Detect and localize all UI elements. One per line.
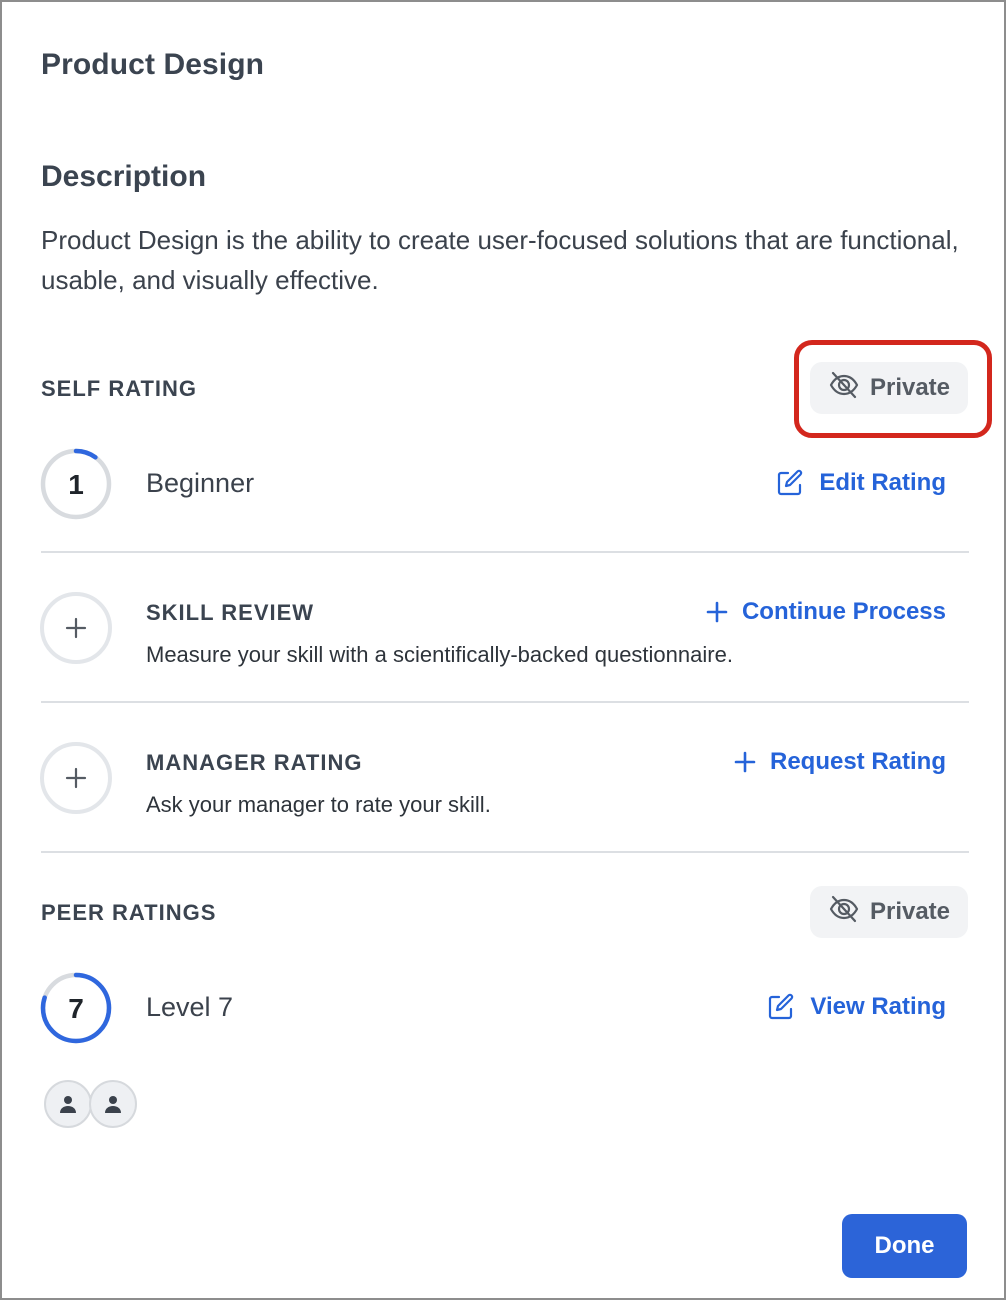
continue-process-label: Continue Process xyxy=(741,598,946,625)
plus-icon xyxy=(65,617,87,639)
request-rating-link[interactable]: Request Rating xyxy=(734,748,946,776)
peer-ratings-privacy-label: Private xyxy=(869,898,951,925)
peer-ratings-level-number: 7 xyxy=(68,993,84,1024)
self-rating-level-number: 1 xyxy=(68,469,84,500)
manager-rating-title: MANAGER RATING xyxy=(146,750,363,775)
view-rating-label: View Rating xyxy=(810,993,946,1020)
peer-avatar[interactable] xyxy=(44,1080,92,1128)
dialog-title: Product Design xyxy=(41,48,265,81)
user-icon xyxy=(105,1096,121,1113)
continue-process-link[interactable]: Continue Process xyxy=(706,598,946,626)
self-rating-level-indicator: 1 xyxy=(40,448,112,520)
peer-avatar[interactable] xyxy=(89,1080,137,1128)
pencil-square-icon xyxy=(766,992,796,1022)
view-rating-link[interactable]: View Rating xyxy=(766,992,946,1022)
divider xyxy=(41,551,969,553)
edit-rating-label: Edit Rating xyxy=(819,469,946,496)
skill-review-add-button[interactable] xyxy=(40,592,112,664)
self-rating-label: SELF RATING xyxy=(41,376,198,401)
peer-ratings-privacy-button[interactable]: Private xyxy=(810,886,968,938)
plus-icon xyxy=(734,751,756,773)
request-rating-label: Request Rating xyxy=(769,748,946,775)
user-icon xyxy=(60,1096,76,1113)
peer-ratings-level-name: Level 7 xyxy=(146,992,234,1022)
done-button[interactable]: Done xyxy=(842,1214,967,1278)
edit-rating-link[interactable]: Edit Rating xyxy=(775,468,946,498)
skill-review-title: SKILL REVIEW xyxy=(146,600,315,625)
description-heading: Description xyxy=(41,160,207,193)
description-text: Product Design is the ability to create … xyxy=(41,225,959,295)
pencil-square-icon xyxy=(775,468,805,498)
eye-off-icon xyxy=(828,893,860,932)
self-rating-level-name: Beginner xyxy=(146,468,255,498)
divider xyxy=(41,701,969,703)
manager-rating-subtitle: Ask your manager to rate your skill. xyxy=(146,792,491,817)
plus-icon xyxy=(706,601,728,623)
peer-ratings-label: PEER RATINGS xyxy=(41,900,217,925)
divider xyxy=(41,851,969,853)
manager-rating-add-button[interactable] xyxy=(40,742,112,814)
highlight-annotation xyxy=(794,340,992,438)
skill-review-subtitle: Measure your skill with a scientifically… xyxy=(146,642,733,667)
plus-icon xyxy=(65,767,87,789)
skill-dialog: Product Design Description Product Desig… xyxy=(0,0,1006,1300)
peer-ratings-level-indicator: 7 xyxy=(40,972,112,1044)
